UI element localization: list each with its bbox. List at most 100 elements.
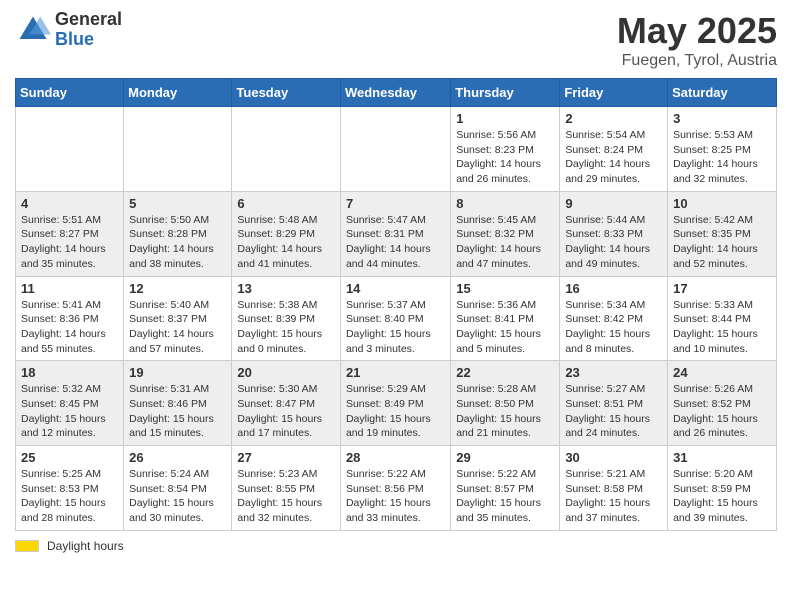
day-number: 24 (673, 365, 771, 380)
day-number: 15 (456, 281, 554, 296)
day-number: 22 (456, 365, 554, 380)
day-info: Sunrise: 5:26 AM Sunset: 8:52 PM Dayligh… (673, 382, 771, 441)
table-row: 13Sunrise: 5:38 AM Sunset: 8:39 PM Dayli… (232, 276, 341, 361)
header-row: Sunday Monday Tuesday Wednesday Thursday… (16, 79, 777, 107)
day-info: Sunrise: 5:41 AM Sunset: 8:36 PM Dayligh… (21, 298, 118, 357)
logo-blue-text: Blue (55, 30, 122, 50)
table-row: 10Sunrise: 5:42 AM Sunset: 8:35 PM Dayli… (668, 191, 777, 276)
table-row (16, 107, 124, 192)
title-section: May 2025 Fuegen, Tyrol, Austria (617, 10, 777, 70)
day-info: Sunrise: 5:36 AM Sunset: 8:41 PM Dayligh… (456, 298, 554, 357)
table-row (232, 107, 341, 192)
day-info: Sunrise: 5:28 AM Sunset: 8:50 PM Dayligh… (456, 382, 554, 441)
col-monday: Monday (124, 79, 232, 107)
day-info: Sunrise: 5:22 AM Sunset: 8:56 PM Dayligh… (346, 467, 445, 526)
table-row: 22 Sunrise: 5:28 AM Sunset: 8:50 PM Dayli… (451, 361, 560, 446)
header: General Blue May 2025 Fuegen, Tyrol, Aus… (15, 10, 777, 70)
col-sunday: Sunday (16, 79, 124, 107)
day-number: 17 (673, 281, 771, 296)
calendar-row-3: 11 Sunrise: 5:41 AM Sunset: 8:36 PM Dayli… (16, 276, 777, 361)
table-row: 27 Sunrise: 5:23 AM Sunset: 8:55 PM Dayli… (232, 446, 341, 531)
day-number: 7 (346, 196, 445, 211)
day-number: 13 (237, 281, 335, 296)
day-info: Sunrise: 5:44 AM Sunset: 8:33 PM Dayligh… (565, 213, 662, 272)
table-row: 17 Sunrise: 5:33 AM Sunset: 8:44 PM Dayli… (668, 276, 777, 361)
day-info: Sunrise: 5:29 AM Sunset: 8:49 PM Dayligh… (346, 382, 445, 441)
day-info: Sunrise: 5:53 AM Sunset: 8:25 PM Dayligh… (673, 128, 771, 187)
day-info: Sunrise: 5:50 AM Sunset: 8:28 PM Dayligh… (129, 213, 226, 272)
calendar-row-1: 1 Sunrise: 5:56 AM Sunset: 8:23 PM Daylig… (16, 107, 777, 192)
table-row: 6Sunrise: 5:48 AM Sunset: 8:29 PM Daylig… (232, 191, 341, 276)
table-row: 19 Sunrise: 5:31 AM Sunset: 8:46 PM Dayli… (124, 361, 232, 446)
day-info: Sunrise: 5:24 AM Sunset: 8:54 PM Dayligh… (129, 467, 226, 526)
month-title: May 2025 (617, 10, 777, 52)
table-row: 4 Sunrise: 5:51 AM Sunset: 8:27 PM Daylig… (16, 191, 124, 276)
table-row: 7 Sunrise: 5:47 AM Sunset: 8:31 PM Daylig… (340, 191, 450, 276)
footer: Daylight hours (15, 539, 777, 553)
day-number: 20 (237, 365, 335, 380)
table-row: 15 Sunrise: 5:36 AM Sunset: 8:41 PM Dayli… (451, 276, 560, 361)
day-number: 19 (129, 365, 226, 380)
calendar-row-5: 25Sunrise: 5:25 AM Sunset: 8:53 PM Dayli… (16, 446, 777, 531)
table-row: 24 Sunrise: 5:26 AM Sunset: 8:52 PM Dayli… (668, 361, 777, 446)
table-row: 30 Sunrise: 5:21 AM Sunset: 8:58 PM Dayli… (560, 446, 668, 531)
table-row (124, 107, 232, 192)
day-info: Sunrise: 5:30 AM Sunset: 8:47 PM Dayligh… (237, 382, 335, 441)
legend-box (15, 540, 39, 552)
table-row: 23Sunrise: 5:27 AM Sunset: 8:51 PM Dayli… (560, 361, 668, 446)
day-info: Sunrise: 5:48 AM Sunset: 8:29 PM Dayligh… (237, 213, 335, 272)
calendar-row-2: 4 Sunrise: 5:51 AM Sunset: 8:27 PM Daylig… (16, 191, 777, 276)
logo: General Blue (15, 10, 122, 50)
table-row: 21Sunrise: 5:29 AM Sunset: 8:49 PM Dayli… (340, 361, 450, 446)
day-info: Sunrise: 5:45 AM Sunset: 8:32 PM Dayligh… (456, 213, 554, 272)
day-info: Sunrise: 5:22 AM Sunset: 8:57 PM Dayligh… (456, 467, 554, 526)
day-number: 31 (673, 450, 771, 465)
day-info: Sunrise: 5:20 AM Sunset: 8:59 PM Dayligh… (673, 467, 771, 526)
day-number: 9 (565, 196, 662, 211)
table-row: 16Sunrise: 5:34 AM Sunset: 8:42 PM Dayli… (560, 276, 668, 361)
day-info: Sunrise: 5:51 AM Sunset: 8:27 PM Dayligh… (21, 213, 118, 272)
table-row: 20 Sunrise: 5:30 AM Sunset: 8:47 PM Dayli… (232, 361, 341, 446)
day-number: 5 (129, 196, 226, 211)
col-wednesday: Wednesday (340, 79, 450, 107)
day-number: 30 (565, 450, 662, 465)
day-number: 4 (21, 196, 118, 211)
day-number: 26 (129, 450, 226, 465)
day-info: Sunrise: 5:56 AM Sunset: 8:23 PM Dayligh… (456, 128, 554, 187)
day-info: Sunrise: 5:31 AM Sunset: 8:46 PM Dayligh… (129, 382, 226, 441)
day-info: Sunrise: 5:47 AM Sunset: 8:31 PM Dayligh… (346, 213, 445, 272)
table-row: 18 Sunrise: 5:32 AM Sunset: 8:45 PM Dayli… (16, 361, 124, 446)
day-number: 27 (237, 450, 335, 465)
day-number: 16 (565, 281, 662, 296)
table-row: 2 Sunrise: 5:54 AM Sunset: 8:24 PM Daylig… (560, 107, 668, 192)
day-number: 29 (456, 450, 554, 465)
day-number: 3 (673, 111, 771, 126)
col-tuesday: Tuesday (232, 79, 341, 107)
day-info: Sunrise: 5:23 AM Sunset: 8:55 PM Dayligh… (237, 467, 335, 526)
table-row: 5 Sunrise: 5:50 AM Sunset: 8:28 PM Daylig… (124, 191, 232, 276)
table-row: 1 Sunrise: 5:56 AM Sunset: 8:23 PM Daylig… (451, 107, 560, 192)
day-number: 2 (565, 111, 662, 126)
day-number: 1 (456, 111, 554, 126)
table-row: 26 Sunrise: 5:24 AM Sunset: 8:54 PM Dayli… (124, 446, 232, 531)
day-number: 18 (21, 365, 118, 380)
table-row: 31 Sunrise: 5:20 AM Sunset: 8:59 PM Dayli… (668, 446, 777, 531)
day-info: Sunrise: 5:33 AM Sunset: 8:44 PM Dayligh… (673, 298, 771, 357)
col-saturday: Saturday (668, 79, 777, 107)
day-number: 11 (21, 281, 118, 296)
day-info: Sunrise: 5:54 AM Sunset: 8:24 PM Dayligh… (565, 128, 662, 187)
table-row: 3 Sunrise: 5:53 AM Sunset: 8:25 PM Daylig… (668, 107, 777, 192)
day-number: 14 (346, 281, 445, 296)
day-info: Sunrise: 5:21 AM Sunset: 8:58 PM Dayligh… (565, 467, 662, 526)
table-row: 9 Sunrise: 5:44 AM Sunset: 8:33 PM Daylig… (560, 191, 668, 276)
day-info: Sunrise: 5:27 AM Sunset: 8:51 PM Dayligh… (565, 382, 662, 441)
table-row: 12Sunrise: 5:40 AM Sunset: 8:37 PM Dayli… (124, 276, 232, 361)
page: General Blue May 2025 Fuegen, Tyrol, Aus… (0, 0, 792, 568)
table-row: 25Sunrise: 5:25 AM Sunset: 8:53 PM Dayli… (16, 446, 124, 531)
day-info: Sunrise: 5:32 AM Sunset: 8:45 PM Dayligh… (21, 382, 118, 441)
day-number: 25 (21, 450, 118, 465)
table-row (340, 107, 450, 192)
day-info: Sunrise: 5:40 AM Sunset: 8:37 PM Dayligh… (129, 298, 226, 357)
location-title: Fuegen, Tyrol, Austria (617, 52, 777, 70)
table-row: 8Sunrise: 5:45 AM Sunset: 8:32 PM Daylig… (451, 191, 560, 276)
